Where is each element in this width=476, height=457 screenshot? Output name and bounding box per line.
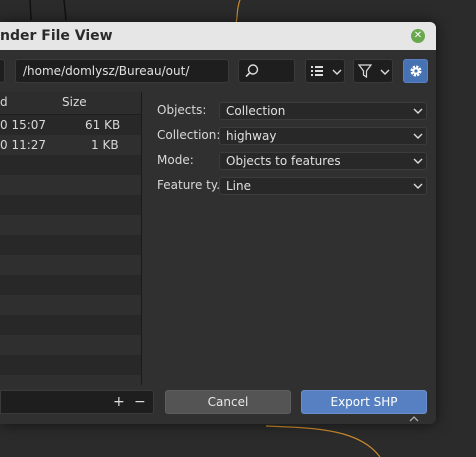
chevron-up-icon[interactable] <box>408 415 420 423</box>
chevron-down-icon <box>413 133 423 139</box>
file-date: 0 15:07 <box>0 118 47 132</box>
collection-label: Collection: <box>157 128 221 142</box>
empty-row <box>0 175 141 195</box>
toolbar: /home/domlysz/Bureau/out/ <box>0 50 436 92</box>
table-row[interactable]: 0 11:27 1 KB <box>0 135 141 155</box>
file-date: 0 11:27 <box>0 138 47 152</box>
collection-value: highway <box>226 129 277 143</box>
dialog-footer: + − Cancel Export SHP <box>0 385 436 424</box>
column-header-date[interactable]: d <box>0 95 8 109</box>
close-icon: ✕ <box>413 30 423 41</box>
decrement-button[interactable]: − <box>134 394 146 410</box>
empty-row <box>0 315 141 335</box>
feature-type-select[interactable]: Line <box>219 177 427 195</box>
chevron-down-icon <box>413 108 423 114</box>
nav-button-partial[interactable] <box>0 59 5 83</box>
mode-label: Mode: <box>157 153 194 167</box>
collection-select[interactable]: highway <box>219 127 427 145</box>
empty-row <box>0 335 141 355</box>
title-bar: nder File View ✕ <box>0 22 436 50</box>
file-size: 1 KB <box>91 138 119 152</box>
filter-dropdown[interactable] <box>353 59 393 83</box>
empty-row <box>0 255 141 275</box>
empty-row <box>0 155 141 175</box>
empty-row <box>0 235 141 255</box>
feature-type-label: Feature ty.. <box>157 178 224 192</box>
mode-value: Objects to features <box>226 154 341 168</box>
export-shp-button[interactable]: Export SHP <box>301 390 427 414</box>
column-header-size[interactable]: Size <box>62 95 87 109</box>
feature-type-value: Line <box>226 179 252 193</box>
table-row[interactable]: 0 15:07 61 KB <box>0 115 141 135</box>
file-list-header: d Size <box>0 92 141 115</box>
settings-toggle-button[interactable] <box>403 59 428 83</box>
file-size: 61 KB <box>85 118 121 132</box>
search-field[interactable] <box>238 59 295 83</box>
filename-field[interactable]: + − <box>0 390 154 414</box>
export-options-panel: Objects: Collection Collection: highway … <box>142 92 436 385</box>
display-mode-dropdown[interactable] <box>305 59 345 83</box>
empty-row <box>0 375 141 385</box>
file-view-dialog: nder File View ✕ /home/domlysz/Bureau/ou… <box>0 22 436 424</box>
chevron-down-icon <box>380 69 390 75</box>
list-view-icon <box>311 66 323 76</box>
empty-row <box>0 275 141 295</box>
empty-row <box>0 295 141 315</box>
gear-icon <box>410 65 422 77</box>
objects-select[interactable]: Collection <box>219 102 427 120</box>
close-button[interactable]: ✕ <box>411 29 425 43</box>
directory-path-field[interactable]: /home/domlysz/Bureau/out/ <box>15 59 229 83</box>
window-title: nder File View <box>0 28 113 44</box>
empty-row <box>0 195 141 215</box>
search-icon <box>245 64 259 78</box>
empty-row <box>0 355 141 375</box>
directory-path: /home/domlysz/Bureau/out/ <box>23 64 190 78</box>
chevron-down-icon <box>413 158 423 164</box>
chevron-down-icon <box>332 69 342 75</box>
objects-label: Objects: <box>157 103 207 117</box>
mode-select[interactable]: Objects to features <box>219 152 427 170</box>
empty-row <box>0 215 141 235</box>
funnel-icon <box>357 64 373 79</box>
file-list-panel: d Size 0 15:07 61 KB 0 11:27 1 KB <box>0 92 141 385</box>
cancel-button[interactable]: Cancel <box>165 390 291 414</box>
increment-button[interactable]: + <box>113 394 125 410</box>
chevron-down-icon <box>413 183 423 189</box>
objects-value: Collection <box>226 104 286 118</box>
